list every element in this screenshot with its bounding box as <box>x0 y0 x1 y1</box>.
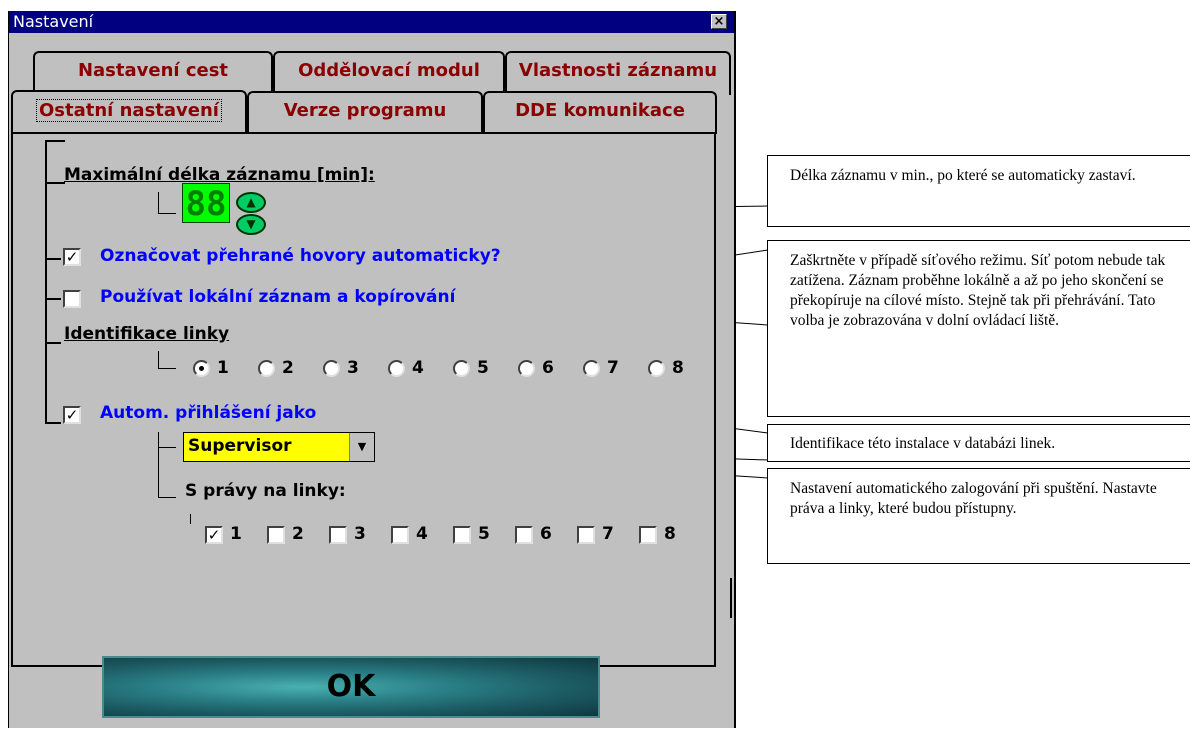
rights-checkbox-label: 2 <box>292 524 304 544</box>
line-radio-label: 6 <box>542 358 554 378</box>
rights-checkbox-3[interactable] <box>329 526 347 544</box>
spin-down-icon[interactable]: ▼ <box>236 214 266 235</box>
tab-panel-ostatni <box>11 132 716 667</box>
tab-label: Nastavení cest <box>77 60 229 81</box>
tab-label: DDE komunikace <box>515 100 685 121</box>
rights-checkbox-label: 7 <box>602 524 614 544</box>
tab-label: Oddělovací modul <box>298 60 480 81</box>
tree-line <box>45 298 61 300</box>
tree-line <box>158 213 176 214</box>
tab-nastaveni-cest[interactable]: Nastavení cest <box>33 51 273 95</box>
tree-line <box>158 432 159 498</box>
rights-label: S právy na linky: <box>185 481 346 501</box>
tree-line <box>158 351 159 369</box>
tab-ostatni-nastaveni[interactable]: Ostatní nastavení <box>11 90 247 134</box>
tab-vlastnosti-zaznamu[interactable]: Vlastnosti záznamu <box>505 51 731 95</box>
callout-network: Zaškrtněte v případě síťového režimu. Sí… <box>767 240 1190 417</box>
rights-checkbox-4[interactable] <box>391 526 409 544</box>
tree-line <box>158 192 159 214</box>
tree-line <box>45 182 65 184</box>
tree-line <box>158 368 176 369</box>
tree-line <box>190 514 191 524</box>
rights-checkbox-7[interactable] <box>577 526 595 544</box>
rights-checkbox-8[interactable] <box>639 526 657 544</box>
line-radio-label: 2 <box>282 358 294 378</box>
tab-verze-programu[interactable]: Verze programu <box>247 91 483 134</box>
line-radio-2[interactable] <box>258 360 275 377</box>
tree-line <box>158 447 176 448</box>
auto-login-checkbox[interactable]: ✓ <box>63 406 81 424</box>
line-radio-label: 8 <box>672 358 684 378</box>
chevron-down-icon[interactable]: ▼ <box>349 433 374 461</box>
line-radio-3[interactable] <box>323 360 340 377</box>
rights-checkbox-label: 8 <box>664 524 676 544</box>
callout-line-id: Identifikace této instalace v databázi l… <box>767 424 1190 462</box>
tab-oddelovaci-modul[interactable]: Oddělovací modul <box>273 51 505 95</box>
rights-checkbox-1[interactable]: ✓ <box>205 526 223 544</box>
rights-checkbox-6[interactable] <box>515 526 533 544</box>
rights-checkbox-5[interactable] <box>453 526 471 544</box>
line-radio-6[interactable] <box>518 360 535 377</box>
tab-label: Vlastnosti záznamu <box>518 60 718 81</box>
window-title: Nastavení <box>13 12 94 31</box>
rights-checkbox-2[interactable] <box>267 526 285 544</box>
rights-checkbox-label: 1 <box>230 524 242 544</box>
rights-checkbox-label: 6 <box>540 524 552 544</box>
rights-checkbox-label: 3 <box>354 524 366 544</box>
auto-login-label: Autom. přihlášení jako <box>100 403 317 423</box>
line-radio-8[interactable] <box>648 360 665 377</box>
ok-button[interactable]: OK <box>102 656 600 718</box>
callout-max-length: Délka záznamu v min., po které se automa… <box>767 155 1190 227</box>
max-length-display: 88 <box>182 183 230 224</box>
line-radio-label: 7 <box>607 358 619 378</box>
line-radio-label: 5 <box>477 358 489 378</box>
mark-played-checkbox[interactable]: ✓ <box>63 248 81 266</box>
local-record-checkbox[interactable] <box>63 290 81 308</box>
close-icon[interactable]: × <box>711 14 727 29</box>
panel-edge <box>730 578 732 618</box>
tree-line <box>158 497 176 498</box>
settings-dialog: Nastavení × Nastavení cest Oddělovací mo… <box>8 11 736 728</box>
rights-checkbox-label: 4 <box>416 524 428 544</box>
line-radio-4[interactable] <box>388 360 405 377</box>
line-radio-7[interactable] <box>583 360 600 377</box>
line-radio-1[interactable] <box>193 360 210 377</box>
local-record-label: Používat lokální záznam a kopírování <box>100 287 456 307</box>
line-radio-5[interactable] <box>453 360 470 377</box>
spin-up-icon[interactable]: ▲ <box>236 192 266 213</box>
line-id-label: Identifikace linky <box>64 324 230 344</box>
rights-checkbox-label: 5 <box>478 524 490 544</box>
line-radio-label: 4 <box>412 358 424 378</box>
tree-line <box>45 342 61 344</box>
tab-dde-komunikace[interactable]: DDE komunikace <box>483 91 717 134</box>
user-select-value: Supervisor <box>188 436 292 456</box>
mark-played-label: Označovat přehrané hovory automaticky? <box>100 246 501 266</box>
tree-line <box>45 258 61 260</box>
line-radio-label: 1 <box>217 358 229 378</box>
tab-label: Verze programu <box>283 100 447 121</box>
user-select[interactable]: Supervisor ▼ <box>183 432 375 462</box>
tree-line <box>45 422 61 424</box>
max-length-label: Maximální délka záznamu [min]: <box>64 165 375 185</box>
title-bar: Nastavení × <box>9 11 734 33</box>
tab-label: Ostatní nastavení <box>36 99 222 122</box>
callout-auto-login: Nastavení automatického zalogování při s… <box>767 468 1190 564</box>
line-radio-label: 3 <box>347 358 359 378</box>
tree-line <box>45 140 65 142</box>
